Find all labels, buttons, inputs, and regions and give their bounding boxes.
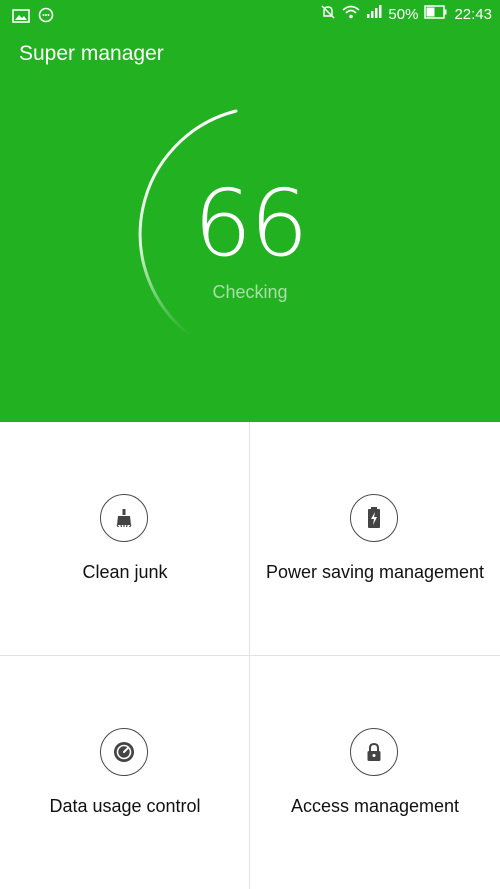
battery-charge-icon xyxy=(350,494,398,542)
lock-icon xyxy=(350,728,398,776)
clean-junk-tile[interactable]: Clean junk xyxy=(0,422,250,655)
data-usage-label: Data usage control xyxy=(49,796,201,816)
data-usage-tile[interactable]: Data usage control xyxy=(0,656,250,889)
clean-junk-label: Clean junk xyxy=(82,562,168,582)
gauge-icon xyxy=(100,728,148,776)
tools-grid: Clean junk Power saving management Data … xyxy=(0,422,500,889)
header-panel: 50% 22:43 Super manager 66 Checking xyxy=(0,0,500,422)
power-saving-label: Power saving management xyxy=(265,562,485,582)
broom-icon xyxy=(100,494,148,542)
access-management-label: Access management xyxy=(290,796,460,816)
score-value: 66 xyxy=(193,170,308,277)
power-saving-tile[interactable]: Power saving management xyxy=(250,422,500,655)
access-management-tile[interactable]: Access management xyxy=(250,656,500,889)
scan-status: Checking xyxy=(212,282,288,302)
